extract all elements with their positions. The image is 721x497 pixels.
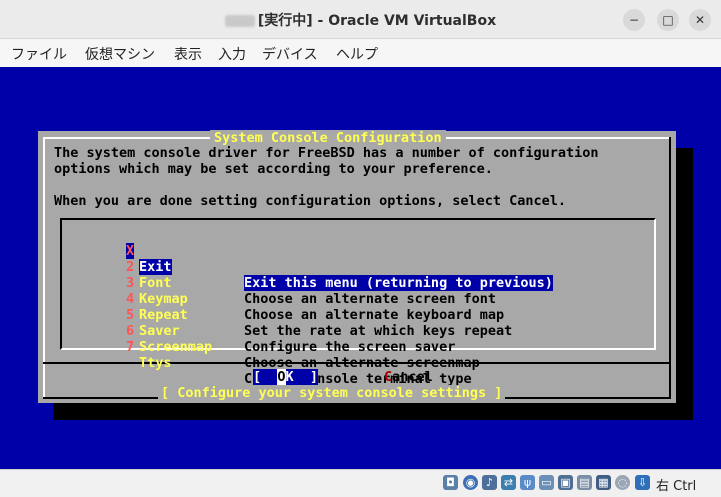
close-button[interactable]: ✕ — [689, 9, 711, 31]
display-icon[interactable]: ▣ — [558, 475, 573, 490]
frame-right — [669, 137, 671, 399]
menu-item-label: Font — [139, 275, 172, 291]
audio-icon[interactable]: ♪ — [482, 475, 497, 490]
menu-item-desc: Exit this menu (returning to previous) — [244, 275, 553, 291]
menu-item-desc: Set the rate at which keys repeat — [244, 323, 513, 339]
menu-item-font[interactable]: 2 Font Choose an alternate screen font — [62, 243, 496, 307]
capture-icon[interactable]: ▦ — [596, 475, 611, 490]
host-key-label: 右 Ctrl — [656, 479, 697, 494]
menu-view[interactable]: 表示 — [174, 44, 202, 64]
menu-list: X Exit Exit this menu (returning to prev… — [60, 218, 656, 387]
dialog-title: System Console Configuration — [210, 130, 446, 146]
host-key-icon[interactable]: ⇩ — [635, 475, 650, 490]
minimize-button[interactable]: − — [623, 9, 645, 31]
cancel-button[interactable]: Cancel — [384, 369, 433, 385]
menu-item-label: Screenmap — [139, 339, 213, 355]
ok-bracket-right: K ] — [285, 369, 319, 385]
vm-display[interactable]: System Console Configuration The system … — [0, 67, 721, 469]
mouse-integration-icon[interactable]: ◌ — [615, 475, 630, 490]
console-config-dialog: System Console Configuration The system … — [38, 130, 676, 403]
network-icon[interactable]: ⇄ — [501, 475, 516, 490]
menu-item-hotkey: 4 — [126, 291, 135, 307]
dialog-hint: [ Configure your system console settings… — [158, 385, 506, 401]
menu-item-screenmap[interactable]: 6 Screenmap Choose an alternate screenma… — [62, 307, 480, 371]
ok-hotkey: O — [277, 369, 286, 385]
menubar: ファイル 仮想マシン 表示 入力 デバイス ヘルプ — [0, 39, 721, 67]
menu-item-hotkey: 6 — [126, 323, 135, 339]
menu-item-hotkey: X — [126, 243, 135, 259]
hard-disk-icon[interactable]: ◘ — [443, 475, 458, 490]
usb-icon[interactable]: ψ — [520, 475, 535, 490]
shared-folder-icon[interactable]: ▭ — [539, 475, 554, 490]
menu-help[interactable]: ヘルプ — [336, 44, 378, 64]
recording-icon[interactable]: ▤ — [577, 475, 592, 490]
menu-item-label: Exit — [139, 259, 172, 275]
intro-line-1: The system console driver for FreeBSD ha… — [54, 145, 599, 161]
maximize-button[interactable]: □ — [657, 9, 679, 31]
menu-machine[interactable]: 仮想マシン — [85, 44, 155, 64]
menu-item-hotkey: 2 — [126, 259, 135, 275]
menu-item-hotkey: 5 — [126, 307, 135, 323]
cancel-hotkey: C — [384, 369, 393, 385]
menu-item-label: Repeat — [139, 307, 188, 323]
menu-item-exit[interactable]: X Exit Exit this menu (returning to prev… — [62, 227, 553, 291]
menu-item-label: Keymap — [139, 291, 188, 307]
ok-bracket-left: [ — [253, 369, 278, 385]
menu-item-saver[interactable]: 5 Saver Configure the screen saver — [62, 291, 455, 355]
optical-drive-icon[interactable]: ◉ — [463, 475, 478, 490]
ok-button[interactable]: [ OK ] — [253, 369, 319, 385]
menu-item-keymap[interactable]: 3 Keymap Choose an alternate keyboard ma… — [62, 259, 504, 323]
cancel-label: ancel — [392, 369, 433, 385]
menu-item-desc: Configure the screen saver — [244, 339, 456, 355]
window-title-text: [実行中] - Oracle VM VirtualBox — [257, 13, 497, 29]
statusbar: ◘ ◉ ♪ ⇄ ψ ▭ ▣ ▤ ▦ ◌ ⇩ 右 Ctrl — [0, 469, 721, 497]
frame-left — [43, 137, 45, 399]
menu-item-ttys[interactable]: 7 Ttys Choose console terminal type — [62, 323, 472, 387]
window-titlebar: [実行中] - Oracle VM VirtualBox − □ ✕ — [0, 0, 721, 39]
menu-file[interactable]: ファイル — [11, 44, 67, 64]
menu-item-hotkey: 3 — [126, 275, 135, 291]
menu-devices[interactable]: デバイス — [262, 44, 318, 64]
menu-item-hotkey: 7 — [126, 339, 135, 355]
menu-item-label: Ttys — [139, 355, 172, 371]
window-title: [実行中] - Oracle VM VirtualBox — [0, 10, 721, 30]
menu-item-desc: Choose an alternate keyboard map — [244, 307, 505, 323]
intro-line-2: options which may be set according to yo… — [54, 161, 493, 177]
menu-item-repeat[interactable]: 4 Repeat Set the rate at which keys repe… — [62, 275, 512, 339]
menu-item-desc: Choose an alternate screen font — [244, 291, 496, 307]
menu-input[interactable]: 入力 — [218, 44, 246, 64]
intro-line-3: When you are done setting configuration … — [54, 193, 567, 209]
menu-item-label: Saver — [139, 323, 180, 339]
blurred-vm-name — [224, 15, 255, 27]
